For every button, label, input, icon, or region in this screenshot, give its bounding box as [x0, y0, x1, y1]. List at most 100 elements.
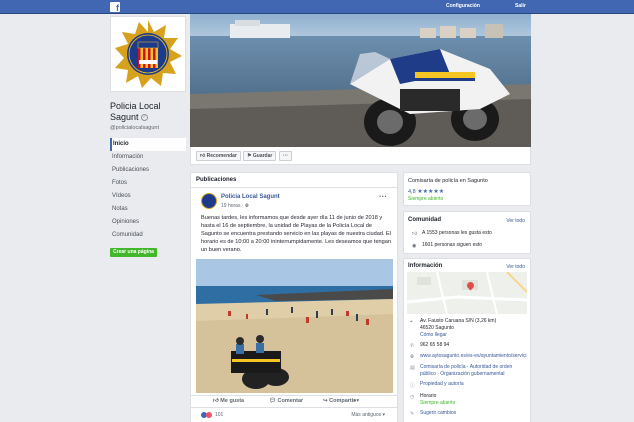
comment-label: Comentar [277, 398, 304, 404]
verified-badge-icon: ✓ [141, 114, 149, 122]
phone-row: ✆ 962 65 58 94 [410, 342, 449, 349]
page-profile-picture[interactable] [110, 16, 186, 92]
hours-value: Siempre abierto [420, 400, 456, 406]
website-link[interactable]: www.aytosagunto.es/es-es/ayuntamiento/se… [420, 353, 526, 359]
community-title: Comunidad [408, 217, 441, 223]
divider [191, 187, 397, 188]
comment-sort-dropdown[interactable]: Más antiguos ▾ [351, 412, 385, 418]
divider [191, 407, 397, 408]
rating-stars-icon: ★★★★★ [417, 189, 445, 195]
address-line-2: 46520 Sagunto [420, 325, 454, 331]
community-see-all-link[interactable]: Ver todo [506, 218, 525, 224]
logout-link[interactable]: Salir [515, 3, 526, 9]
page-title-text: Policia Local Sagunt [110, 101, 161, 122]
post-photo[interactable] [196, 259, 393, 393]
clock-icon: ◷ [410, 394, 415, 400]
post-timestamp[interactable]: 19 horas · 🌐︎ [221, 203, 249, 209]
hours-label: Horario [420, 393, 437, 399]
page-avatar-small-icon: ● [353, 398, 357, 404]
create-page-button[interactable]: Crear una página [110, 248, 157, 257]
thumbs-up-icon: 👍︎ [213, 398, 219, 404]
info-see-all-link[interactable]: Ver todo [506, 264, 525, 270]
categories-row: ▤ Comisaría de policía · Autoridad de or… [410, 364, 528, 378]
like-label: Me gusta [220, 398, 245, 404]
page-title: Policia Local Sagunt ✓ [110, 101, 184, 123]
open-status: Siempre abierto [408, 196, 444, 202]
post-author-avatar[interactable] [201, 193, 217, 209]
follow-icon: ◉ [412, 243, 417, 249]
ownership-row: ⓘ Propiedad y autoría [410, 381, 464, 389]
settings-link[interactable]: Configuración [446, 3, 480, 9]
info-icon: ⓘ [410, 383, 416, 389]
phone-number[interactable]: 962 65 58 94 [420, 342, 449, 348]
address-row: ⌖ Av. Fausto Caruana S/N (3,26 km) 46520… [410, 318, 496, 339]
reactions-summary[interactable]: 101 [201, 412, 223, 418]
categories-text[interactable]: Comisaría de policía · Autoridad de orde… [420, 364, 528, 378]
share-icon: ↪ [323, 398, 328, 404]
nav-item-videos[interactable]: Vídeos [110, 190, 186, 203]
nav-item-comunidad[interactable]: Comunidad [110, 229, 186, 242]
page-category: Comisaría de policía en Sagunto [408, 178, 488, 184]
thumbs-up-icon: 👍︎ [200, 153, 206, 159]
love-reaction-icon [206, 412, 212, 418]
share-label: Compartir [329, 398, 356, 404]
post-text: Buenas tardes, les informamos que desde … [201, 215, 392, 253]
save-button[interactable]: ⚑ Guardar [243, 151, 277, 161]
comment-button[interactable]: 💬︎ Comentar [269, 398, 303, 404]
recommend-label: Recomendar [206, 153, 237, 159]
share-as-selector[interactable]: ●▾ [353, 398, 359, 404]
post-author-name[interactable]: Policia Local Sagunt [221, 194, 280, 200]
address-line-1: Av. Fausto Caruana S/N (3,26 km) [420, 318, 497, 324]
suggest-edits-link[interactable]: Sugerir cambios [420, 410, 456, 416]
police-badge-icon [115, 20, 182, 88]
directions-link[interactable]: Cómo llegar [420, 332, 496, 339]
more-options-button[interactable]: ··· [279, 151, 292, 161]
likes-count-text: A 1553 personas les gusta esto [422, 230, 492, 236]
page-action-bar: 👍︎ Recomendar ⚑ Guardar ··· [190, 147, 531, 165]
posts-header: Publicaciones [196, 177, 237, 183]
info-card: Información Ver todo ⌖ Av. Fausto Caruan… [403, 258, 531, 422]
thumbs-up-icon: 👍︎ [412, 231, 418, 237]
like-button[interactable]: 👍︎ Me gusta [213, 398, 244, 404]
likes-row: 👍︎ A 1553 personas les gusta esto [412, 230, 492, 237]
rating-row[interactable]: 4,8 ★★★★★ [408, 188, 444, 195]
website-row: 🌐︎ www.aytosagunto.es/es-es/ayuntamiento… [410, 353, 526, 360]
reaction-count: 101 [215, 412, 224, 418]
location-map[interactable] [407, 272, 527, 314]
location-pin-icon: ⌖ [410, 319, 413, 325]
beach-patrol-image [196, 259, 393, 393]
suggest-row: ✎ Sugerir cambios [410, 410, 456, 417]
post-time-text: 19 horas · [221, 203, 245, 209]
category-icon: ▤ [410, 365, 415, 371]
info-title: Información [408, 263, 443, 269]
nav-item-publicaciones[interactable]: Publicaciones [110, 164, 186, 177]
page-handle[interactable]: @policialocalsagunt [110, 125, 159, 131]
nav-item-fotos[interactable]: Fotos [110, 177, 186, 190]
follows-row: ◉ 1601 personas siguen esto [412, 242, 482, 249]
about-summary-card: Comisaría de policía en Sagunto 4,8 ★★★★… [403, 172, 531, 206]
follows-count-text: 1601 personas siguen esto [422, 242, 483, 248]
map-image [407, 272, 527, 314]
bookmark-icon: ⚑ [247, 153, 252, 159]
comment-icon: 💬︎ [269, 398, 276, 404]
rating-value: 4,8 [408, 189, 416, 195]
post-menu-button[interactable]: ··· [379, 192, 387, 201]
facebook-logo-icon[interactable]: f [110, 2, 120, 12]
share-button[interactable]: ↪ Compartir [323, 398, 355, 404]
recommend-button[interactable]: 👍︎ Recomendar [196, 151, 241, 161]
phone-icon: ✆ [410, 343, 415, 349]
nav-item-informacion[interactable]: Información [110, 151, 186, 164]
left-nav: Inicio Información Publicaciones Fotos V… [110, 138, 186, 242]
save-label: Guardar [252, 153, 273, 159]
nav-item-notas[interactable]: Notas [110, 203, 186, 216]
nav-item-opiniones[interactable]: Opiniones [110, 216, 186, 229]
ownership-link[interactable]: Propiedad y autoría [420, 381, 464, 387]
globe-icon: 🌐︎ [410, 354, 415, 360]
cover-photo[interactable] [190, 14, 531, 147]
top-bar: f Configuración Salir [0, 0, 634, 14]
community-card: Comunidad Ver todo 👍︎ A 1553 personas le… [403, 211, 531, 254]
cover-motorcycle-image [190, 14, 531, 147]
nav-item-inicio[interactable]: Inicio [110, 138, 186, 151]
globe-icon: 🌐︎ [244, 203, 249, 209]
posts-card: Publicaciones Policia Local Sagunt 19 ho… [190, 172, 398, 422]
